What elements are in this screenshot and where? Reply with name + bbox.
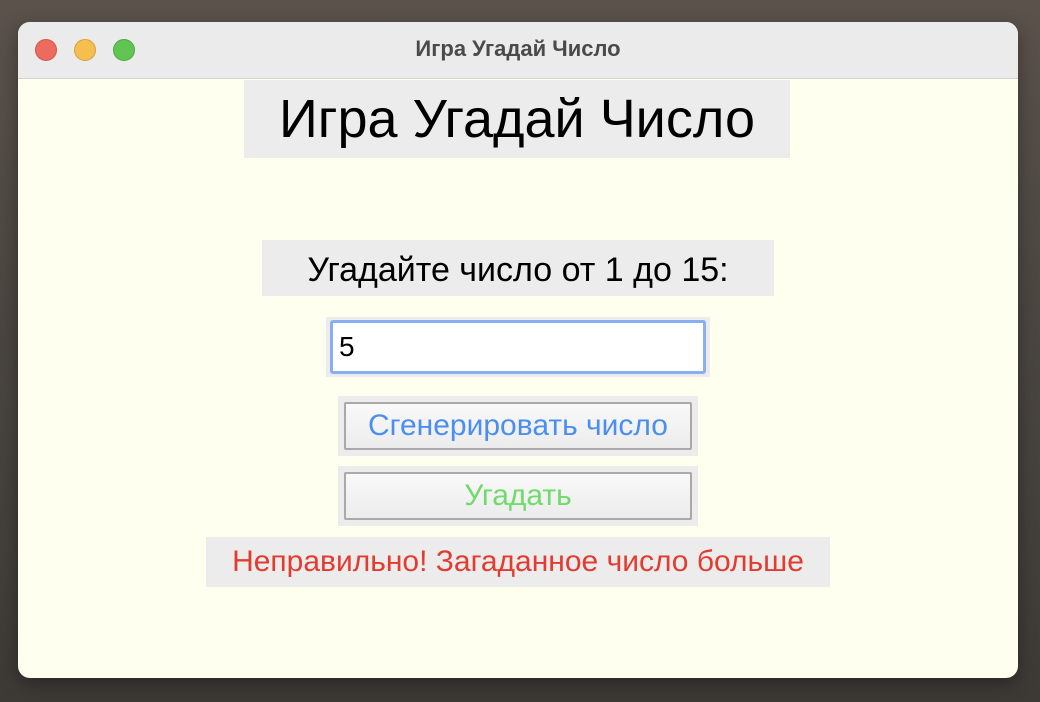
guess-number-input[interactable] — [330, 320, 706, 374]
guess-button[interactable]: Угадать — [344, 472, 692, 520]
app-window: Игра Угадай Число Игра Угадай Число Угад… — [18, 22, 1018, 678]
generate-number-button[interactable]: Сгенерировать число — [344, 402, 692, 450]
range-prompt-label: Угадайте число от 1 до 15: — [262, 240, 774, 296]
result-message: Неправильно! Загаданное число больше — [206, 537, 830, 587]
main-content: Игра Угадай Число Угадайте число от 1 до… — [18, 79, 1018, 678]
generate-button-container: Сгенерировать число — [338, 396, 698, 456]
guess-input-container — [326, 317, 710, 377]
window-title: Игра Угадай Число — [415, 36, 621, 61]
title-bar: Игра Угадай Число — [18, 22, 1018, 79]
guess-button-container: Угадать — [338, 466, 698, 526]
game-heading: Игра Угадай Число — [244, 80, 790, 158]
